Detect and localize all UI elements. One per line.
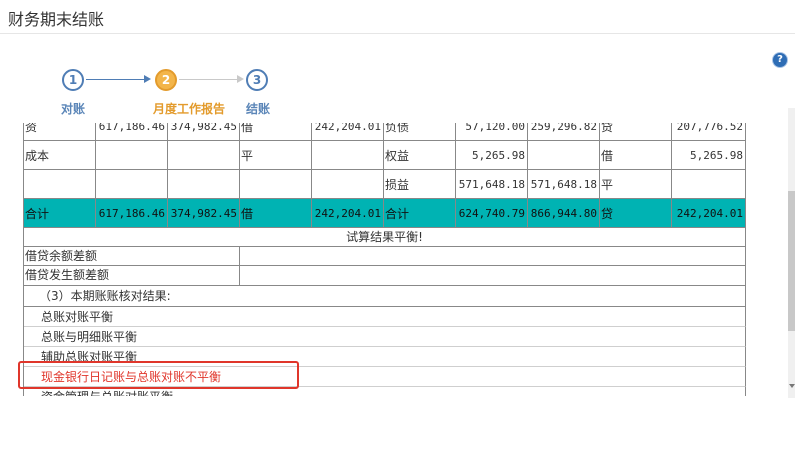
step-2-label[interactable]: 月度工作报告 [153,100,225,117]
table-cell: 借 [600,141,672,170]
total-cell: 242,204.01 [312,199,384,228]
total-cell: 866,944.80 [528,199,600,228]
table-cell [672,170,746,199]
table-cell: 617,186.46 [96,123,168,141]
table-cell [528,141,600,170]
vertical-scrollbar[interactable] [788,108,795,398]
title-bar: 财务期末结账 [0,0,795,34]
total-cell: 合计 [384,199,456,228]
table-cell [168,141,240,170]
balance-message: 试算结果平衡! [24,228,746,247]
table-cell [96,141,168,170]
table-cell [240,170,312,199]
table-cell: 贷 [600,123,672,141]
step-2-icon[interactable]: 2 [155,69,177,91]
total-cell: 合计 [24,199,96,228]
page-title: 财务期末结账 [8,10,105,29]
table-cell: 平 [600,170,672,199]
diff-value-occurrence [240,266,746,286]
scroll-down-icon[interactable] [789,384,795,388]
diff-value-balance [240,247,746,266]
table-cell: 资 [24,123,96,141]
table-cell: 242,204.01 [312,123,384,141]
table-cell: 5,265.98 [456,141,528,170]
table-cell [168,170,240,199]
table-cell [96,170,168,199]
table-cell: 207,776.52 [672,123,746,141]
table-cell: 平 [240,141,312,170]
table-cell: 571,648.18 [528,170,600,199]
step-1-label[interactable]: 对账 [61,100,85,117]
table-cell: 借 [240,123,312,141]
table-cell: 259,296.82 [528,123,600,141]
step-3-icon[interactable]: 3 [246,69,268,91]
total-cell: 624,740.79 [456,199,528,228]
highlight-box [18,361,299,389]
total-cell: 贷 [600,199,672,228]
report-panel: 资 617,186.46 374,982.45 借 242,204.01 负债 … [23,123,746,396]
step-arrow-1 [86,75,151,83]
diff-label-occurrence: 借贷发生额差额 [24,266,240,286]
table-cell: 5,265.98 [672,141,746,170]
total-cell: 374,982.45 [168,199,240,228]
table-cell [24,170,96,199]
check-title: （3）本期账账核对结果: [24,286,746,307]
table-cell: 57,120.00 [456,123,528,141]
table-cell: 负债 [384,123,456,141]
table-cell: 571,648.18 [456,170,528,199]
check-item: 总账与明细账平衡 [24,327,746,347]
step-1-icon[interactable]: 1 [62,69,84,91]
table-cell [312,141,384,170]
total-cell: 借 [240,199,312,228]
total-cell: 242,204.01 [672,199,746,228]
total-cell: 617,186.46 [96,199,168,228]
step-arrow-2 [179,75,244,83]
diff-label-balance: 借贷余额差额 [24,247,240,266]
table-cell: 成本 [24,141,96,170]
table-cell: 374,982.45 [168,123,240,141]
table-cell: 损益 [384,170,456,199]
table-cell [312,170,384,199]
scroll-thumb[interactable] [788,191,795,331]
step-3-label[interactable]: 结账 [246,100,270,117]
check-item: 总账对账平衡 [24,307,746,327]
table-cell: 权益 [384,141,456,170]
help-icon[interactable]: ? [773,53,787,67]
